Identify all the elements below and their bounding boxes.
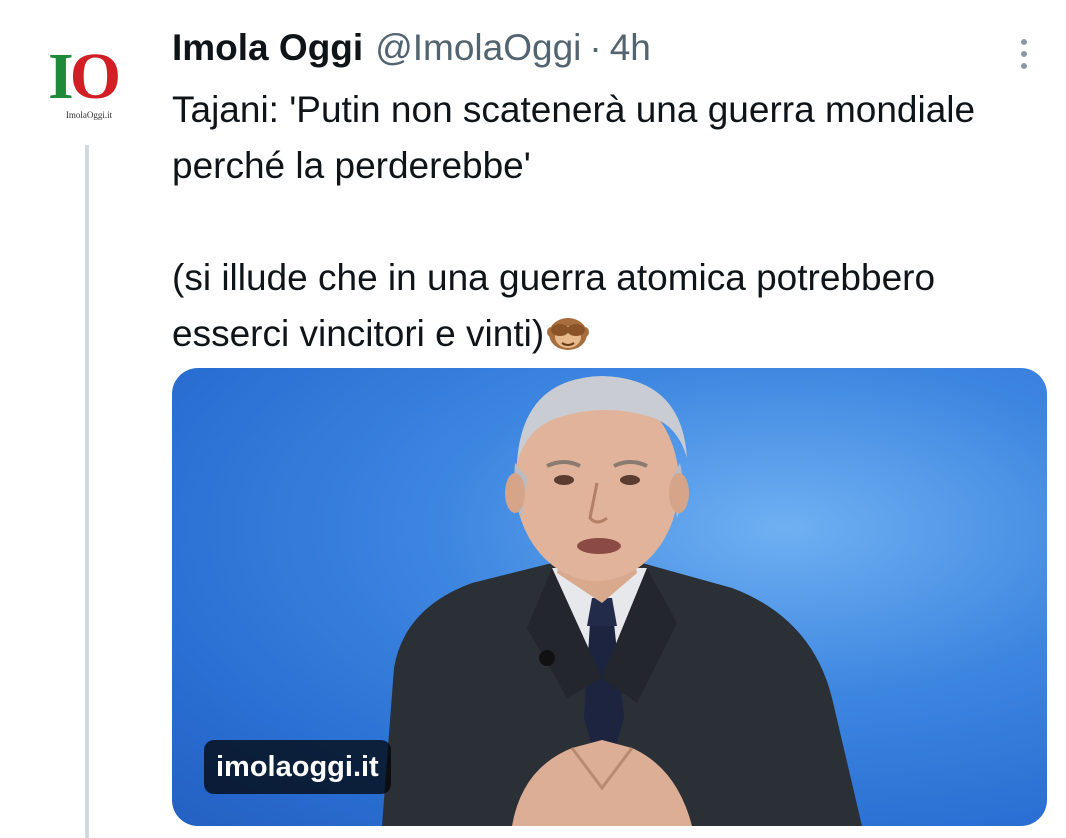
avatar[interactable]: IO ImolaOggi.it xyxy=(44,40,128,126)
logo-letter-o: O xyxy=(69,40,121,113)
tweet-text: Tajani: 'Putin non scatenerà una guerra … xyxy=(172,82,1052,368)
tweet[interactable]: IO ImolaOggi.it Imola Oggi @ImolaOggi · … xyxy=(0,0,1066,838)
tweet-header: Imola Oggi @ImolaOggi · 4h xyxy=(172,26,651,70)
tweet-timestamp[interactable]: 4h xyxy=(610,27,651,69)
see-no-evil-monkey-icon xyxy=(546,312,590,368)
tweet-text-paragraph-2: (si illude che in una guerra atomica pot… xyxy=(172,250,1052,368)
more-vertical-icon xyxy=(1021,39,1027,45)
more-options-button[interactable] xyxy=(1012,32,1036,76)
avatar-logo: IO xyxy=(48,44,121,110)
header-separator: · xyxy=(589,27,602,68)
author-handle[interactable]: @ImolaOggi xyxy=(375,27,581,69)
media-domain-badge[interactable]: imolaoggi.it xyxy=(204,740,391,794)
thread-line xyxy=(85,145,89,838)
logo-letter-i: I xyxy=(48,40,74,113)
avatar-logo-subtext: ImolaOggi.it xyxy=(65,110,113,120)
author-name[interactable]: Imola Oggi xyxy=(172,27,363,69)
tweet-text-paragraph-1: Tajani: 'Putin non scatenerà una guerra … xyxy=(172,89,976,186)
more-dot xyxy=(1021,63,1027,69)
more-dot xyxy=(1021,51,1027,57)
